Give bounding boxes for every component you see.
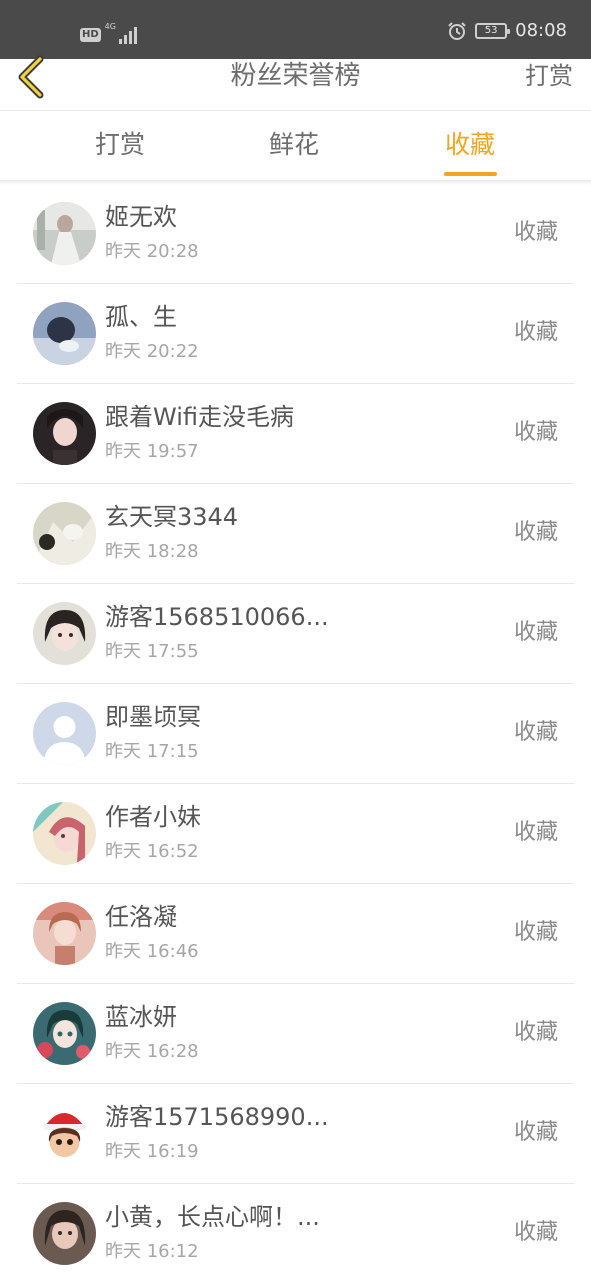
avatar [33,402,96,465]
fan-action-label: 收藏 [513,920,558,945]
fan-name: 任洛凝 [105,903,177,931]
avatar [33,702,96,765]
avatar [33,602,96,665]
tab-bar: 打赏 鲜花 收藏 [0,112,591,182]
fan-time: 昨天 19:57 [105,441,199,462]
fan-time: 昨天 16:52 [105,841,199,862]
active-tab-indicator [444,172,497,176]
fan-list: 姬无欢 昨天 20:28 收藏 孤、生 昨天 20:22 收藏 跟着Wifi走没… [17,184,574,1280]
page-title: 粉丝荣誉榜 [230,61,361,91]
fan-name: 小黄，长点心啊！... [105,1203,320,1231]
hd-badge: HD [80,28,101,42]
fan-action-label: 收藏 [513,1220,558,1245]
avatar [33,1202,96,1265]
list-item[interactable]: 任洛凝 昨天 16:46 收藏 [17,884,574,984]
list-item[interactable]: 跟着Wifi走没毛病 昨天 19:57 收藏 [17,384,574,484]
list-item[interactable]: 姬无欢 昨天 20:28 收藏 [17,184,574,284]
fan-name: 跟着Wifi走没毛病 [105,403,294,431]
fan-name: 姬无欢 [105,203,177,231]
fan-action-label: 收藏 [513,1120,558,1145]
fan-time: 昨天 16:19 [105,1141,199,1162]
header: 粉丝荣誉榜 打赏 [0,55,591,111]
list-item[interactable]: 游客1568510066... 昨天 17:55 收藏 [17,584,574,684]
fan-time: 昨天 17:15 [105,741,199,762]
fan-time: 昨天 16:12 [105,1241,199,1262]
fan-name: 游客1571568990... [105,1103,329,1131]
fan-action-label: 收藏 [513,820,558,845]
signal-icon: 4G [104,22,141,46]
fan-action-label: 收藏 [513,420,558,445]
battery-level: 53 [484,25,498,36]
avatar [33,802,96,865]
list-item[interactable]: 游客1571568990... 昨天 16:19 收藏 [17,1084,574,1184]
fan-time: 昨天 20:22 [105,341,199,362]
tab-flowers[interactable]: 鲜花 [269,129,319,161]
fan-action-label: 收藏 [513,620,558,645]
alarm-icon [448,21,466,40]
avatar [33,502,96,565]
network-type: 4G [104,22,116,31]
fan-time: 昨天 17:55 [105,641,199,662]
fan-action-label: 收藏 [513,220,558,245]
status-left: HD 4G [80,22,141,46]
avatar [33,302,96,365]
fan-name: 蓝冰妍 [105,1003,177,1031]
list-item[interactable]: 即墨顷冥 昨天 17:15 收藏 [17,684,574,784]
tab-reward[interactable]: 打赏 [95,129,145,161]
list-item[interactable]: 孤、生 昨天 20:22 收藏 [17,284,574,384]
avatar [33,902,96,965]
reward-button[interactable]: 打赏 [525,59,573,93]
fan-name: 游客1568510066... [105,603,329,631]
fan-time: 昨天 20:28 [105,241,199,262]
avatar [33,202,96,265]
status-right: 53 08:08 [447,20,567,41]
fan-time: 昨天 16:46 [105,941,199,962]
fan-name: 即墨顷冥 [105,703,201,731]
list-item[interactable]: 作者小妹 昨天 16:52 收藏 [17,784,574,884]
fan-name: 作者小妹 [105,803,201,831]
fan-name: 玄天冥3344 [105,503,239,531]
fan-action-label: 收藏 [513,520,558,545]
list-item[interactable]: 蓝冰妍 昨天 16:28 收藏 [17,984,574,1084]
fan-time: 昨天 16:28 [105,1041,199,1062]
fan-action-label: 收藏 [513,320,558,345]
fan-action-label: 收藏 [513,720,558,745]
list-item[interactable]: 小黄，长点心啊！... 昨天 16:12 收藏 [17,1184,574,1280]
fan-time: 昨天 18:28 [105,541,199,562]
status-bar: HD 4G 53 08:08 [0,0,591,59]
avatar [33,1002,96,1065]
fan-name: 孤、生 [105,303,177,331]
clock: 08:08 [515,20,567,41]
avatar [33,1102,96,1165]
tab-favorites[interactable]: 收藏 [445,129,495,161]
battery-icon: 53 [475,22,511,39]
fan-action-label: 收藏 [513,1020,558,1045]
list-item[interactable]: 玄天冥3344 昨天 18:28 收藏 [17,484,574,584]
